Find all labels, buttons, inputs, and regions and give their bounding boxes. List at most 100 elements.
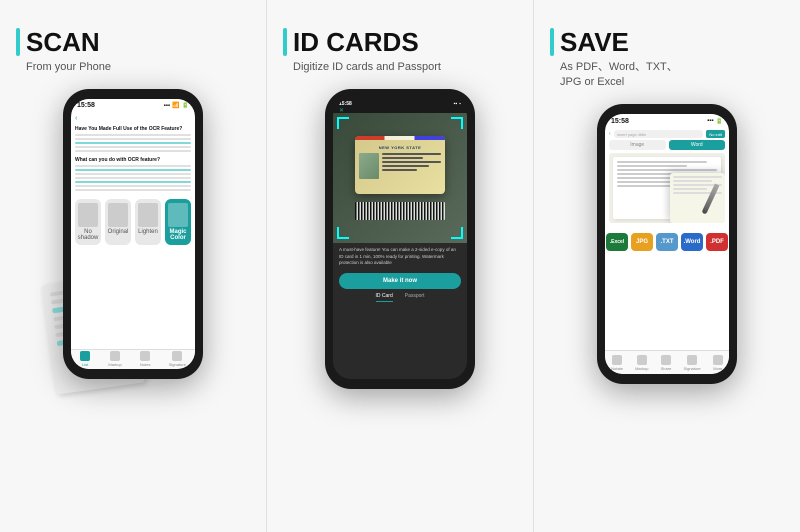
nav-notes[interactable]: Notes xyxy=(140,351,150,367)
filter-label: Magic Color xyxy=(169,229,186,241)
nav-signature[interactable]: Signature xyxy=(169,351,186,367)
back-button[interactable]: ‹ xyxy=(71,113,195,124)
ocr-line xyxy=(75,177,191,180)
ocr-line xyxy=(75,185,191,188)
no-edit-badge: No edit xyxy=(706,130,725,138)
nav-markup[interactable]: Markup xyxy=(635,355,648,371)
no-edit-label: No edit xyxy=(709,132,722,137)
more-icon xyxy=(713,355,723,365)
ocr-line-hl xyxy=(75,169,191,172)
ocr-line xyxy=(75,150,191,153)
make-it-button[interactable]: Make it now xyxy=(339,273,461,289)
idcard-desc: A must-have feature! You can make a 2-si… xyxy=(339,247,461,267)
save-header: SAVE As PDF、Word、TXT、 JPG or Excel xyxy=(550,28,784,90)
tab-image[interactable]: Image xyxy=(609,140,666,150)
battery-icon: 🔋 xyxy=(716,118,723,125)
markup-icon xyxy=(637,355,647,365)
tab-word[interactable]: Word xyxy=(669,140,726,150)
status-bar: 15:58 ▪▪▪ 📶 🔋 xyxy=(71,99,195,113)
scan-corner-br xyxy=(451,227,463,239)
id-card-title: NEW YORK STATE xyxy=(359,145,441,150)
filter-magic-color[interactable]: Magic Color xyxy=(165,199,191,245)
bottom-nav: List Markup Notes Signature xyxy=(71,349,195,369)
wifi-icon: 📶 xyxy=(172,102,179,109)
nav-markup[interactable]: Markup xyxy=(108,351,121,367)
nav-list[interactable]: List xyxy=(80,351,90,367)
battery-icon: ▪ xyxy=(459,101,461,107)
scan-title-text: SCAN xyxy=(26,28,100,57)
nav-label: Signature xyxy=(169,362,186,367)
signature-icon xyxy=(687,355,697,365)
word-label: .Word xyxy=(684,239,701,245)
doc-line xyxy=(617,161,707,163)
ocr-line xyxy=(75,138,191,141)
save-view-tabs: Image Word xyxy=(609,140,725,150)
signal-icon: ▪▪ xyxy=(454,101,458,107)
nav-more[interactable]: More xyxy=(713,355,723,371)
filter-no-shadow[interactable]: No shadow xyxy=(75,199,101,245)
signal-icon: ▪▪▪ xyxy=(707,118,713,124)
notebook-overlay xyxy=(660,168,725,223)
ocr-line xyxy=(75,173,191,176)
nav-label: More xyxy=(713,366,722,371)
ocr-line xyxy=(75,165,191,168)
nav-label: Markup xyxy=(635,366,648,371)
idcards-title-accent xyxy=(283,28,287,56)
idcards-phone: 15:58 ▪▪ ▪ ✕ NEW YORK STATE xyxy=(325,89,475,389)
share-icon xyxy=(661,355,671,365)
id-photo xyxy=(359,153,379,179)
save-subtitle: As PDF、Word、TXT、 JPG or Excel xyxy=(550,60,784,91)
filter-thumb xyxy=(108,203,128,227)
id-cards-container: NEW YORK STATE xyxy=(355,136,445,220)
filter-original[interactable]: Original xyxy=(105,199,131,245)
battery-icon: 🔋 xyxy=(182,102,189,109)
scan-title-accent xyxy=(16,28,20,56)
save-screen: 15:58 ▪▪▪ 🔋 ‹ Insert page 4title No edit xyxy=(605,114,729,374)
excel-label: .Excel xyxy=(610,239,624,245)
filter-label: Lighten xyxy=(138,229,158,235)
scan-phone-wrapper: 15:58 ▪▪▪ 📶 🔋 ‹ Have You Made Full Use o… xyxy=(63,85,203,379)
id-time: 15:58 xyxy=(339,101,352,107)
ocr-content: Have You Made Full Use of the OCR Featur… xyxy=(71,124,195,195)
scan-corner-tr xyxy=(451,117,463,129)
nav-notate[interactable]: Notate xyxy=(611,355,623,371)
filter-lighten[interactable]: Lighten xyxy=(135,199,161,245)
make-it-label: Make it now xyxy=(383,278,417,284)
phone-screen: 15:58 ▪▪▪ 📶 🔋 ‹ Have You Made Full Use o… xyxy=(71,99,195,369)
back-button[interactable]: ‹ xyxy=(609,131,611,137)
ocr-line-hl xyxy=(75,181,191,184)
id-info-line xyxy=(382,161,441,163)
notebook xyxy=(670,173,725,223)
list-icon xyxy=(80,351,90,361)
ocr-line xyxy=(75,134,191,137)
status-time: 15:58 xyxy=(611,118,629,125)
nav-label: List xyxy=(82,362,88,367)
jpg-label: JPG xyxy=(636,239,648,245)
tab-passport[interactable]: Passport xyxy=(405,293,425,302)
id-info xyxy=(382,153,441,179)
nav-label: Share xyxy=(661,366,672,371)
nb-line xyxy=(673,176,722,178)
save-title: SAVE xyxy=(550,28,784,57)
title-input[interactable]: Insert page 4title xyxy=(614,130,704,138)
nav-share[interactable]: Share xyxy=(661,355,672,371)
save-title-accent xyxy=(550,28,554,56)
nav-label: Notes xyxy=(140,362,150,367)
ocr-line-hl xyxy=(75,142,191,145)
save-phone: 15:58 ▪▪▪ 🔋 ‹ Insert page 4title No edit xyxy=(597,104,737,384)
pdf-label: .PDF xyxy=(710,239,724,245)
filter-label: No shadow xyxy=(78,229,99,241)
nav-signature[interactable]: Signature xyxy=(684,355,701,371)
save-screen-top: ‹ Insert page 4title No edit Image Word xyxy=(605,128,729,225)
format-badges: .Excel JPG .TXT .Word .PDF xyxy=(605,229,729,251)
doc-line xyxy=(617,165,687,167)
idcards-screen: 15:58 ▪▪ ▪ ✕ NEW YORK STATE xyxy=(333,99,467,379)
ocr-title: Have You Made Full Use of the OCR Featur… xyxy=(75,126,191,132)
filter-label: Original xyxy=(108,229,129,235)
filter-bar: No shadow Original Lighten Magic Color xyxy=(71,199,195,245)
idcards-header: ID CARDS Digitize ID cards and Passport xyxy=(283,28,517,75)
tab-idcard[interactable]: ID Card xyxy=(376,293,393,302)
idcard-tabs: ID Card Passport xyxy=(339,293,461,302)
id-card-body xyxy=(359,153,441,179)
nb-line xyxy=(673,180,712,182)
